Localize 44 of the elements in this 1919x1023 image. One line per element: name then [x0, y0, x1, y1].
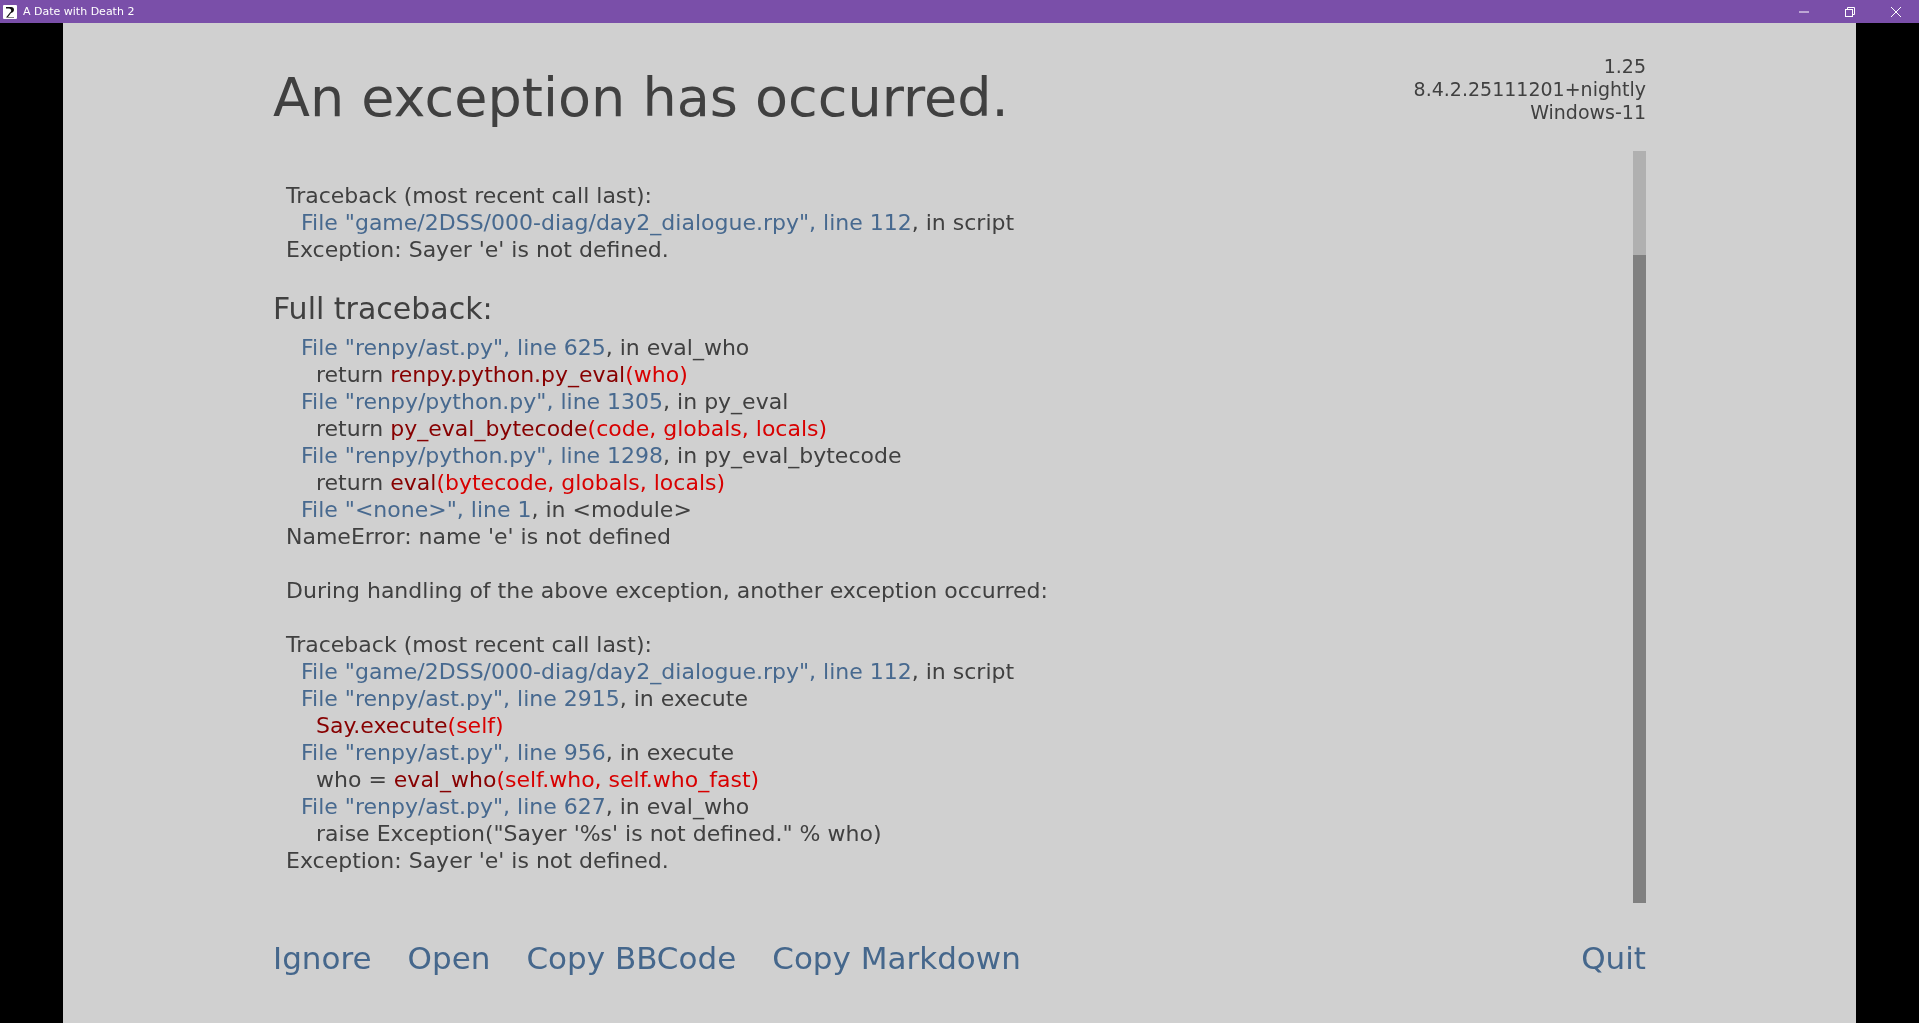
file-link[interactable]: File "renpy/python.py", line 1305 — [301, 389, 664, 414]
version-text: 1.25 — [1603, 55, 1646, 78]
file-link[interactable]: File "renpy/ast.py", line 956 — [301, 740, 606, 765]
action-button[interactable]: Copy BBCode — [526, 940, 737, 976]
file-link[interactable]: File "renpy/ast.py", line 625 — [301, 335, 606, 360]
traceback-text: NameError: name 'e' is not defined — [286, 523, 671, 550]
action-button[interactable]: Copy Markdown — [772, 940, 1021, 976]
file-link[interactable]: File "renpy/ast.py", line 627 — [301, 794, 606, 819]
stack-frame-line: File "renpy/ast.py", line 627, in eval_who — [301, 793, 750, 820]
traceback-text: Exception: Sayer 'e' is not defined. — [286, 236, 669, 263]
file-link[interactable]: File "<none>", line 1 — [301, 497, 532, 522]
stack-frame-line: File "renpy/python.py", line 1305, in py_eval — [301, 388, 789, 415]
traceback-text: Traceback (most recent call last): — [286, 182, 652, 209]
traceback-text: Exception: Sayer 'e' is not defined. — [286, 847, 669, 874]
quit-button[interactable]: Quit — [1581, 940, 1646, 976]
file-link[interactable]: File "game/2DSS/000-diag/day2_dialogue.rpy", line 112 — [301, 210, 912, 235]
code-line: raise Exception("Sayer '%s' is not defined." % who) — [316, 820, 882, 847]
stack-frame-line: File "renpy/ast.py", line 956, in execute — [301, 739, 734, 766]
code-line: who = eval_who(self.who, self.who_fast) — [316, 766, 760, 793]
code-line: return py_eval_bytecode(code, globals, locals) — [316, 415, 828, 442]
stack-frame-line: File "game/2DSS/000-diag/day2_dialogue.rpy", line 112, in script — [301, 209, 1015, 236]
window-title: A Date with Death 2 — [23, 4, 135, 19]
file-link[interactable]: File "renpy/python.py", line 1298 — [301, 443, 664, 468]
error-heading: An exception has occurred. — [273, 66, 1009, 129]
stack-frame-line: File "renpy/ast.py", line 2915, in execute — [301, 685, 748, 712]
traceback-text: Traceback (most recent call last): — [286, 631, 652, 658]
stack-frame-line: File "renpy/ast.py", line 625, in eval_who — [301, 334, 750, 361]
section-heading: Full traceback: — [273, 291, 493, 327]
code-line: return eval(bytecode, globals, locals) — [316, 469, 726, 496]
version-text: Windows-11 — [1530, 101, 1646, 124]
stack-frame-line: File "game/2DSS/000-diag/day2_dialogue.rpy", line 112, in script — [301, 658, 1015, 685]
stack-frame-line: File "renpy/python.py", line 1298, in py_eval_bytecode — [301, 442, 902, 469]
file-link[interactable]: File "game/2DSS/000-diag/day2_dialogue.rpy", line 112 — [301, 659, 912, 684]
close-icon — [1891, 6, 1901, 17]
app-icon — [3, 4, 17, 19]
stack-frame-line: File "<none>", line 1, in <module> — [301, 496, 692, 523]
action-button[interactable]: Open — [407, 940, 491, 976]
file-link[interactable]: File "renpy/ast.py", line 2915 — [301, 686, 620, 711]
version-text: 8.4.2.25111201+nightly — [1413, 78, 1646, 101]
action-button[interactable]: Ignore — [273, 940, 372, 976]
code-line: return renpy.python.py_eval(who) — [316, 361, 688, 388]
traceback-text: During handling of the above exception, another exception occurred: — [286, 577, 1048, 604]
restore-icon — [1845, 6, 1855, 17]
code-line: Say.execute(self) — [316, 712, 504, 739]
